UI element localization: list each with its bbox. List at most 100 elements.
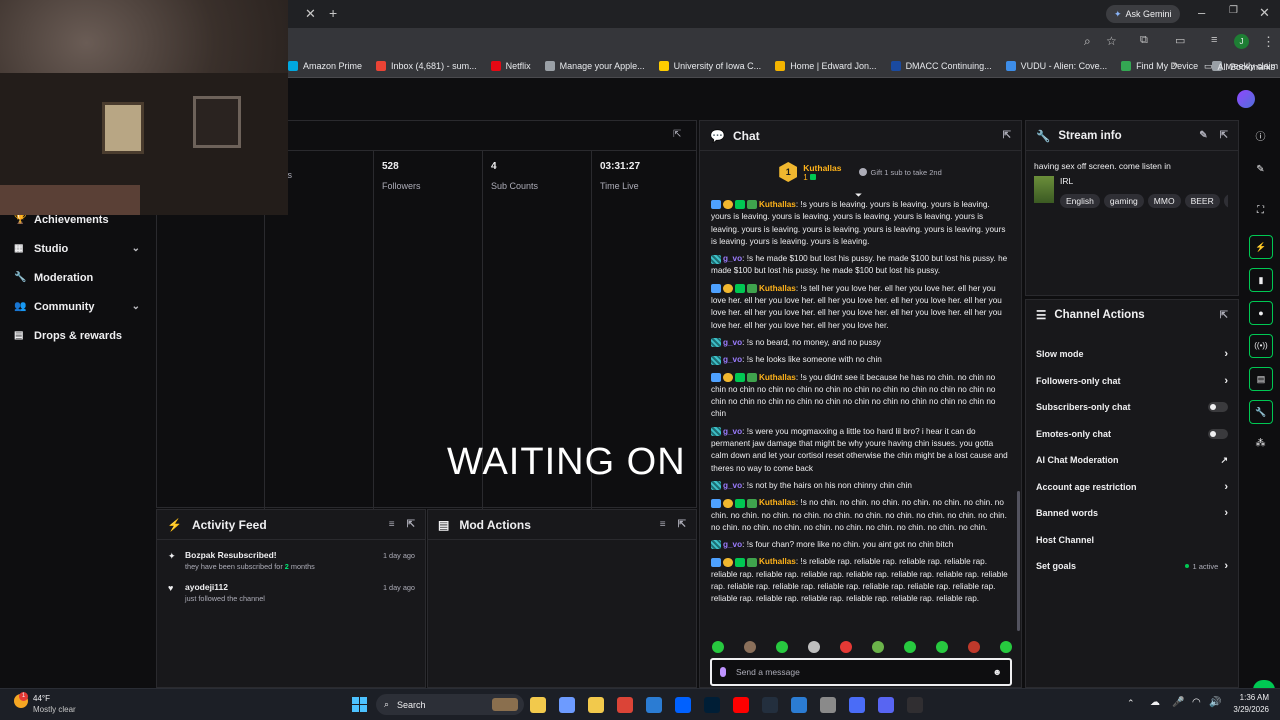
filter-icon[interactable]: ≡: [389, 519, 395, 530]
chat-message[interactable]: g_vo: !s he made $100 but lost his pussy…: [711, 253, 1011, 278]
chat-scrollbar[interactable]: [1017, 491, 1020, 631]
quick-action-bolt-icon[interactable]: ⚡: [1249, 235, 1273, 259]
emoji-picker-icon[interactable]: ☻: [993, 667, 1002, 677]
microphone-icon[interactable]: 🎤: [1172, 697, 1184, 708]
emote-icon[interactable]: [840, 641, 852, 653]
new-tab-icon[interactable]: +: [329, 5, 337, 21]
chat-username[interactable]: g_vo: [723, 254, 742, 263]
bookmark-item[interactable]: Netflix: [490, 61, 531, 71]
onedrive-icon[interactable]: ☁: [1150, 697, 1160, 708]
channel-action-row[interactable]: Slow mode ›: [1026, 341, 1238, 368]
browser-app-icon[interactable]: [849, 697, 865, 713]
chat-input[interactable]: Send a message ☻: [710, 658, 1012, 686]
channel-action-row[interactable]: Banned words ›: [1026, 500, 1238, 527]
popout-icon[interactable]: ⇱: [1220, 310, 1228, 321]
settings-icon[interactable]: [820, 697, 836, 713]
restore-icon[interactable]: ❐: [1229, 5, 1238, 16]
activity-feed-item[interactable]: ♥ ayodeji112 just followed the channel 1 da…: [157, 572, 425, 604]
chat-username[interactable]: g_vo: [723, 338, 742, 347]
cast-icon[interactable]: ▭: [1175, 34, 1185, 47]
folder-icon[interactable]: [588, 697, 604, 713]
chevron-right-icon[interactable]: ›: [1224, 348, 1228, 360]
edit-pencil-icon[interactable]: ✎: [1199, 130, 1207, 141]
info-icon[interactable]: ⓘ: [1241, 128, 1280, 143]
ask-gemini-button[interactable]: ✦ Ask Gemini: [1106, 5, 1180, 23]
chat-message[interactable]: Kuthallas: !s you didnt see it because h…: [711, 372, 1011, 421]
chat-message[interactable]: g_vo: !s he looks like someone with no c…: [711, 354, 1011, 366]
edit-icon[interactable]: ✎: [1241, 164, 1280, 175]
emote-icon[interactable]: [968, 641, 980, 653]
popout-icon[interactable]: ⇱: [1003, 130, 1011, 141]
bookmark-item[interactable]: Inbox (4,681) - sum...: [376, 61, 477, 71]
chevron-right-icon[interactable]: ›: [1224, 481, 1228, 493]
chat-username[interactable]: Kuthallas: [759, 557, 796, 566]
stream-tag[interactable]: MMO: [1147, 194, 1181, 208]
zoom-icon[interactable]: ⌕: [1084, 34, 1091, 49]
quick-action-clip-icon[interactable]: ▮: [1249, 268, 1273, 292]
gift-sub-prompt[interactable]: Gift 1 sub to take 2nd: [859, 168, 942, 177]
sidenav-item[interactable]: ▤ Drops & rewards: [0, 321, 156, 350]
photoshop-icon[interactable]: [704, 697, 720, 713]
all-bookmarks-link[interactable]: ▭ All Bookmarks: [1204, 61, 1275, 72]
bookmark-item[interactable]: University of Iowa C...: [658, 61, 761, 71]
chevron-right-icon[interactable]: ›: [1224, 560, 1228, 572]
chat-username[interactable]: Kuthallas: [759, 200, 796, 209]
windows-start-icon[interactable]: [352, 697, 367, 712]
emote-icon[interactable]: [776, 641, 788, 653]
emote-icon[interactable]: [936, 641, 948, 653]
stream-tag[interactable]: gaming: [1103, 194, 1144, 208]
chat-username[interactable]: g_vo: [723, 481, 742, 490]
wifi-icon[interactable]: ◠: [1192, 697, 1201, 708]
chat-username[interactable]: g_vo: [723, 427, 742, 436]
sidenav-item[interactable]: 🔧 Moderation: [0, 263, 156, 292]
toggle-switch[interactable]: [1208, 428, 1228, 439]
emote-icon[interactable]: [872, 641, 884, 653]
popout-icon[interactable]: ⇱: [407, 519, 415, 530]
focus-icon[interactable]: ⛶: [1241, 205, 1280, 216]
more-actions-icon[interactable]: ⁂: [1241, 438, 1280, 449]
weather-temp[interactable]: 44°F: [33, 694, 50, 703]
sidenav-item[interactable]: ▦ Studio ⌄: [0, 234, 156, 263]
bookmark-item[interactable]: Home | Edward Jon...: [775, 61, 877, 71]
weather-desc[interactable]: Mostly clear: [33, 705, 76, 714]
volume-icon[interactable]: 🔊: [1209, 697, 1221, 708]
channel-action-row[interactable]: Subscribers-only chat: [1026, 394, 1238, 421]
youtube-icon[interactable]: [733, 697, 749, 713]
clock-date[interactable]: 3/29/2026: [1224, 705, 1269, 714]
obs-icon[interactable]: [907, 697, 923, 713]
dropbox-icon[interactable]: [675, 697, 691, 713]
bookmark-star-icon[interactable]: ☆: [1106, 34, 1117, 48]
stream-tag[interactable]: BEER: [1184, 194, 1220, 208]
popout-icon[interactable]: ⇱: [678, 519, 686, 530]
taskbar-search[interactable]: ⌕ Search: [376, 694, 524, 715]
close-tab-icon[interactable]: ✕: [305, 6, 316, 22]
stream-tag[interactable]: re: [1223, 194, 1228, 208]
file-explorer-icon[interactable]: [530, 697, 546, 713]
emote-icon[interactable]: [712, 641, 724, 653]
emote-icon[interactable]: [904, 641, 916, 653]
activity-feed-item[interactable]: ✦ Bozpak Resubscribed! they have been subs…: [157, 540, 425, 572]
user-avatar[interactable]: [1237, 90, 1255, 108]
popout-icon[interactable]: ⇱: [673, 129, 681, 140]
external-link-icon[interactable]: ↗: [1220, 455, 1228, 466]
bookmark-item[interactable]: Amazon Prime: [288, 61, 362, 71]
chat-message[interactable]: g_vo: !s not by the hairs on his non chi…: [711, 480, 1011, 492]
calendar-icon[interactable]: [791, 697, 807, 713]
media-icon[interactable]: ≡: [1211, 34, 1217, 46]
discord-icon[interactable]: [878, 697, 894, 713]
window-close-icon[interactable]: ✕: [1259, 5, 1270, 21]
channel-action-row[interactable]: AI Chat Moderation ↗: [1026, 447, 1238, 474]
chat-username[interactable]: Kuthallas: [759, 373, 796, 382]
quick-action-broadcast-icon[interactable]: ((•)): [1249, 334, 1273, 358]
profile-avatar[interactable]: J: [1234, 34, 1249, 49]
chevron-down-icon[interactable]: ⌄: [132, 243, 140, 254]
amazon-icon[interactable]: [762, 697, 778, 713]
channel-action-row[interactable]: Followers-only chat ›: [1026, 368, 1238, 395]
chat-username[interactable]: Kuthallas: [759, 284, 796, 293]
chat-message[interactable]: g_vo: !s four chan? more like no chin. y…: [711, 539, 1011, 551]
quick-action-tools-icon[interactable]: 🔧: [1249, 400, 1273, 424]
bookmark-item[interactable]: Find My Device: [1121, 61, 1198, 71]
quick-action-chat-icon[interactable]: ●: [1249, 301, 1273, 325]
chrome-icon[interactable]: [617, 697, 633, 713]
stream-tag[interactable]: English: [1060, 194, 1100, 208]
